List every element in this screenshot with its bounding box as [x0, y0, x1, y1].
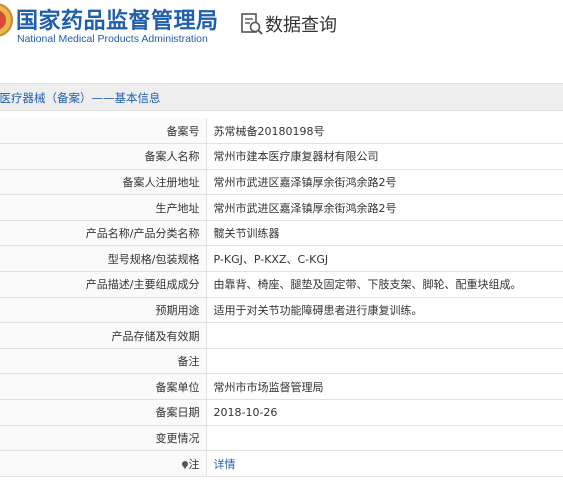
row-label: 备案人注册地址	[0, 169, 207, 196]
row-label: 变更情况	[0, 425, 207, 452]
row-label: 备案单位	[0, 373, 207, 401]
row-label-note: 注	[0, 450, 207, 477]
row-value	[206, 322, 563, 349]
row-label: 备案日期	[0, 399, 207, 426]
row-label: 预期用途	[0, 297, 207, 324]
row-value: P-KGJ、P-KXZ、C-KGJ	[206, 245, 563, 273]
row-label: 产品名称/产品分类名称	[0, 220, 207, 247]
site-header: 国家药品监督管理局 National Medical Products Admi…	[0, 0, 563, 62]
row-label: 产品描述/主要组成成分	[0, 271, 207, 298]
table-row: 产品名称/产品分类名称 髋关节训练器	[0, 220, 563, 247]
table-row: 备案日期 2018-10-26	[0, 399, 563, 426]
row-label: 生产地址	[0, 194, 207, 221]
table-row: 备案人注册地址 常州市武进区嘉泽镇厚余街鸿余路2号	[0, 169, 563, 196]
row-label: 备案人名称	[0, 143, 207, 170]
data-query-icon	[241, 13, 263, 35]
table-row: 注 详情	[0, 450, 563, 477]
row-value: 常州市建本医疗康复器材有限公司	[206, 143, 563, 170]
table-row: 型号规格/包装规格 P-KGJ、P-KXZ、C-KGJ	[0, 245, 563, 273]
org-name-cn[interactable]: 国家药品监督管理局	[16, 3, 219, 35]
table-row: 产品存储及有效期	[0, 322, 563, 349]
query-title: 数据查询	[265, 15, 337, 36]
row-value: 2018-10-26	[206, 399, 563, 426]
nmpa-logo-icon[interactable]	[0, 2, 14, 38]
row-value: 常州市武进区嘉泽镇厚余街鸿余路2号	[206, 194, 563, 221]
row-value	[206, 348, 563, 375]
row-label: 产品存储及有效期	[0, 322, 207, 349]
table-row: 生产地址 常州市武进区嘉泽镇厚余街鸿余路2号	[0, 194, 563, 221]
table-row: 备案号 苏常械备20180198号	[0, 118, 563, 145]
row-value: 常州市武进区嘉泽镇厚余街鸿余路2号	[206, 169, 563, 196]
table-row: 变更情况	[0, 425, 563, 452]
row-label: 备案号	[0, 118, 207, 145]
row-value: 由靠背、椅座、腿垫及固定带、下肢支架、脚轮、配重块组成。	[206, 271, 563, 298]
info-table: 备案号 苏常械备20180198号 备案人名称 常州市建本医疗康复器材有限公司 …	[0, 118, 563, 477]
table-row: 产品描述/主要组成成分 由靠背、椅座、腿垫及固定带、下肢支架、脚轮、配重块组成。	[0, 271, 563, 298]
org-name-en: National Medical Products Administration	[17, 33, 208, 45]
row-value: 苏常械备20180198号	[206, 118, 563, 145]
note-marker-icon	[181, 460, 188, 469]
table-row: 预期用途 适用于对关节功能障碍患者进行康复训练。	[0, 297, 563, 324]
row-value: 适用于对关节功能障碍患者进行康复训练。	[206, 297, 563, 324]
section-title: 的医疗器械（备案）——基本信息	[0, 91, 161, 105]
section-header: 的医疗器械（备案）——基本信息	[0, 83, 563, 111]
row-label: 型号规格/包装规格	[0, 245, 207, 273]
row-value	[206, 425, 563, 452]
row-value: 髋关节训练器	[206, 220, 563, 247]
row-value: 常州市市场监督管理局	[206, 373, 563, 401]
note-label: 注	[188, 457, 200, 471]
table-row: 备案人名称 常州市建本医疗康复器材有限公司	[0, 143, 563, 170]
table-row: 备注	[0, 348, 563, 375]
row-label: 备注	[0, 348, 207, 375]
table-row: 备案单位 常州市市场监督管理局	[0, 373, 563, 401]
details-link[interactable]: 详情	[206, 450, 563, 477]
